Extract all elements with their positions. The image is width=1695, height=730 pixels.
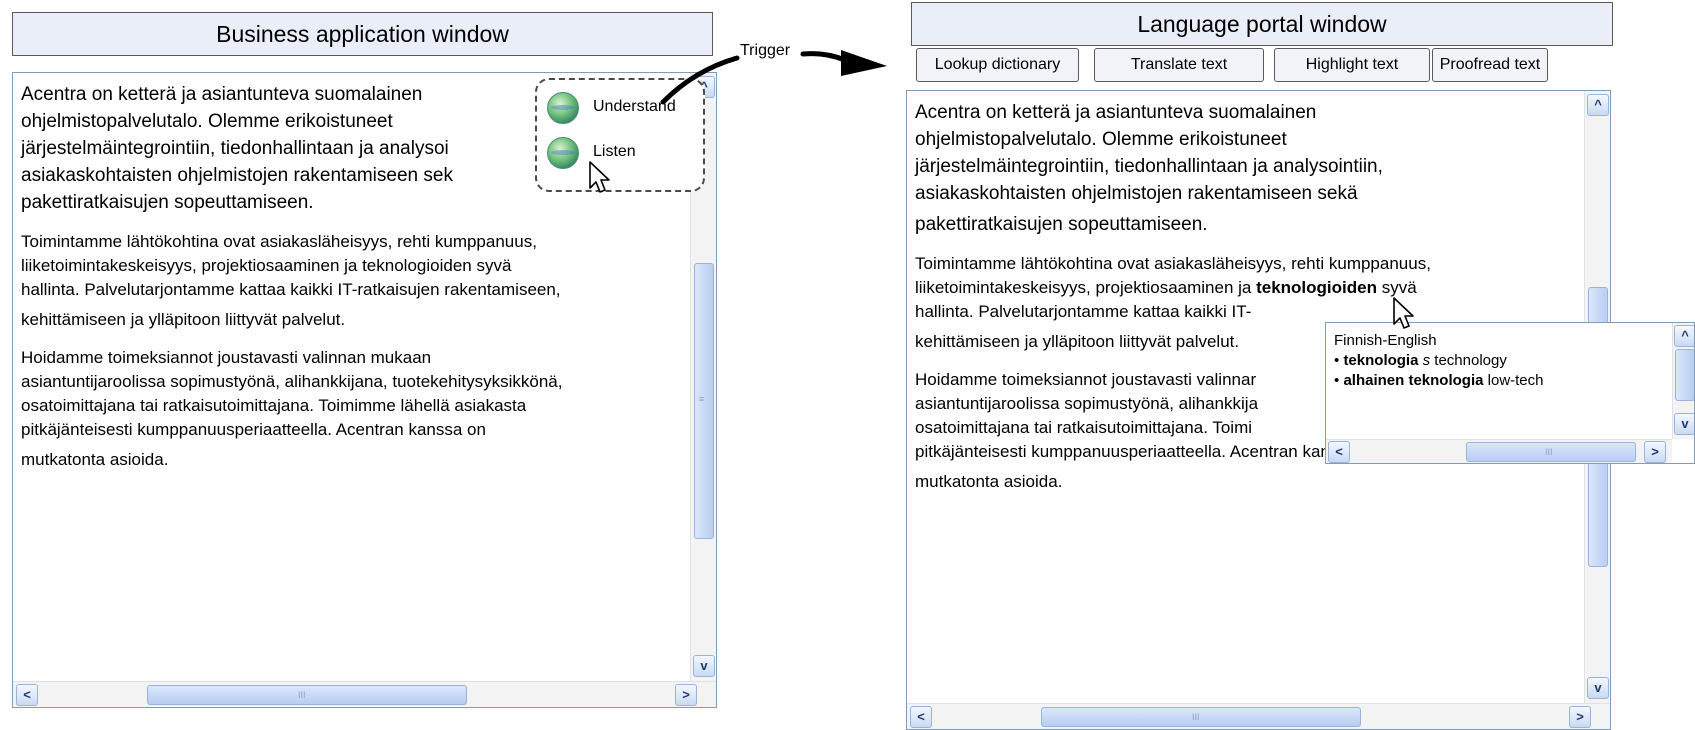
left-paragraph-2: Toimintamme lähtökohtina ovat asiakasläh… — [21, 232, 561, 329]
right-scroll-right-button[interactable]: > — [1569, 706, 1591, 728]
left-scroll-left-button[interactable]: < — [16, 684, 38, 706]
globe-icon — [547, 137, 579, 169]
translate-text-button[interactable]: Translate text — [1094, 48, 1264, 82]
tooltip-scroll-up-button[interactable]: ^ — [1674, 325, 1694, 347]
tooltip-scroll-left-button[interactable]: < — [1328, 441, 1350, 463]
right-scroll-down-button[interactable]: v — [1587, 677, 1609, 699]
tooltip-horizontal-scrollbar[interactable]: < III > — [1326, 439, 1672, 463]
right-horizontal-scroll-thumb[interactable]: III — [1041, 707, 1361, 727]
tooltip-scroll-down-button[interactable]: v — [1674, 413, 1694, 435]
left-scroll-right-button[interactable]: > — [675, 684, 697, 706]
right-scroll-up-button[interactable]: ^ — [1587, 94, 1609, 116]
dictionary-tooltip: Finnish-English • teknologia s technolog… — [1325, 322, 1695, 464]
mouse-cursor-icon — [589, 161, 610, 193]
right-window-title: Language portal window — [911, 2, 1613, 46]
left-horizontal-scrollbar[interactable]: < III > — [13, 681, 716, 707]
highlighted-word[interactable]: teknologioiden — [1256, 278, 1377, 297]
tooltip-scroll-right-button[interactable]: > — [1644, 441, 1666, 463]
lookup-dictionary-button[interactable]: Lookup dictionary — [916, 48, 1079, 82]
tooltip-horizontal-scroll-thumb[interactable]: III — [1466, 442, 1636, 462]
left-vthumb-grip: ≡ — [699, 394, 705, 404]
tooltip-entry-2: • alhainen teknologia low-tech — [1334, 372, 1544, 389]
left-scroll-down-button[interactable]: v — [693, 655, 715, 677]
popup-item-listen-label: Listen — [593, 143, 636, 160]
proofread-text-button[interactable]: Proofread text — [1432, 48, 1548, 82]
right-horizontal-scrollbar[interactable]: < III > — [907, 703, 1610, 729]
tooltip-header: Finnish-English — [1334, 332, 1437, 349]
arrow-icon — [660, 50, 887, 105]
left-paragraph-3: Hoidamme toimeksiannot joustavasti valin… — [21, 348, 563, 469]
tooltip-entry-1: • teknologia s technology — [1334, 352, 1507, 369]
right-hthumb-grip: III — [1192, 712, 1200, 722]
tooltip-vertical-scroll-thumb[interactable] — [1675, 349, 1694, 401]
popup-item-listen[interactable]: Listen — [545, 135, 695, 169]
right-scroll-left-button[interactable]: < — [910, 706, 932, 728]
highlight-text-button[interactable]: Highlight text — [1274, 48, 1430, 82]
right-paragraph-1: Acentra on ketterä ja asiantunteva suoma… — [915, 102, 1383, 235]
left-vertical-scroll-thumb[interactable]: ≡ — [694, 263, 714, 539]
mouse-cursor-icon — [1393, 297, 1414, 329]
globe-icon — [547, 92, 579, 124]
tooltip-vertical-scrollbar[interactable]: ^ v — [1672, 323, 1694, 439]
left-hthumb-grip: III — [298, 690, 306, 700]
left-window-title: Business application window — [12, 12, 713, 56]
left-horizontal-scroll-thumb[interactable]: III — [147, 685, 467, 705]
tooltip-hthumb-grip: III — [1545, 447, 1553, 457]
